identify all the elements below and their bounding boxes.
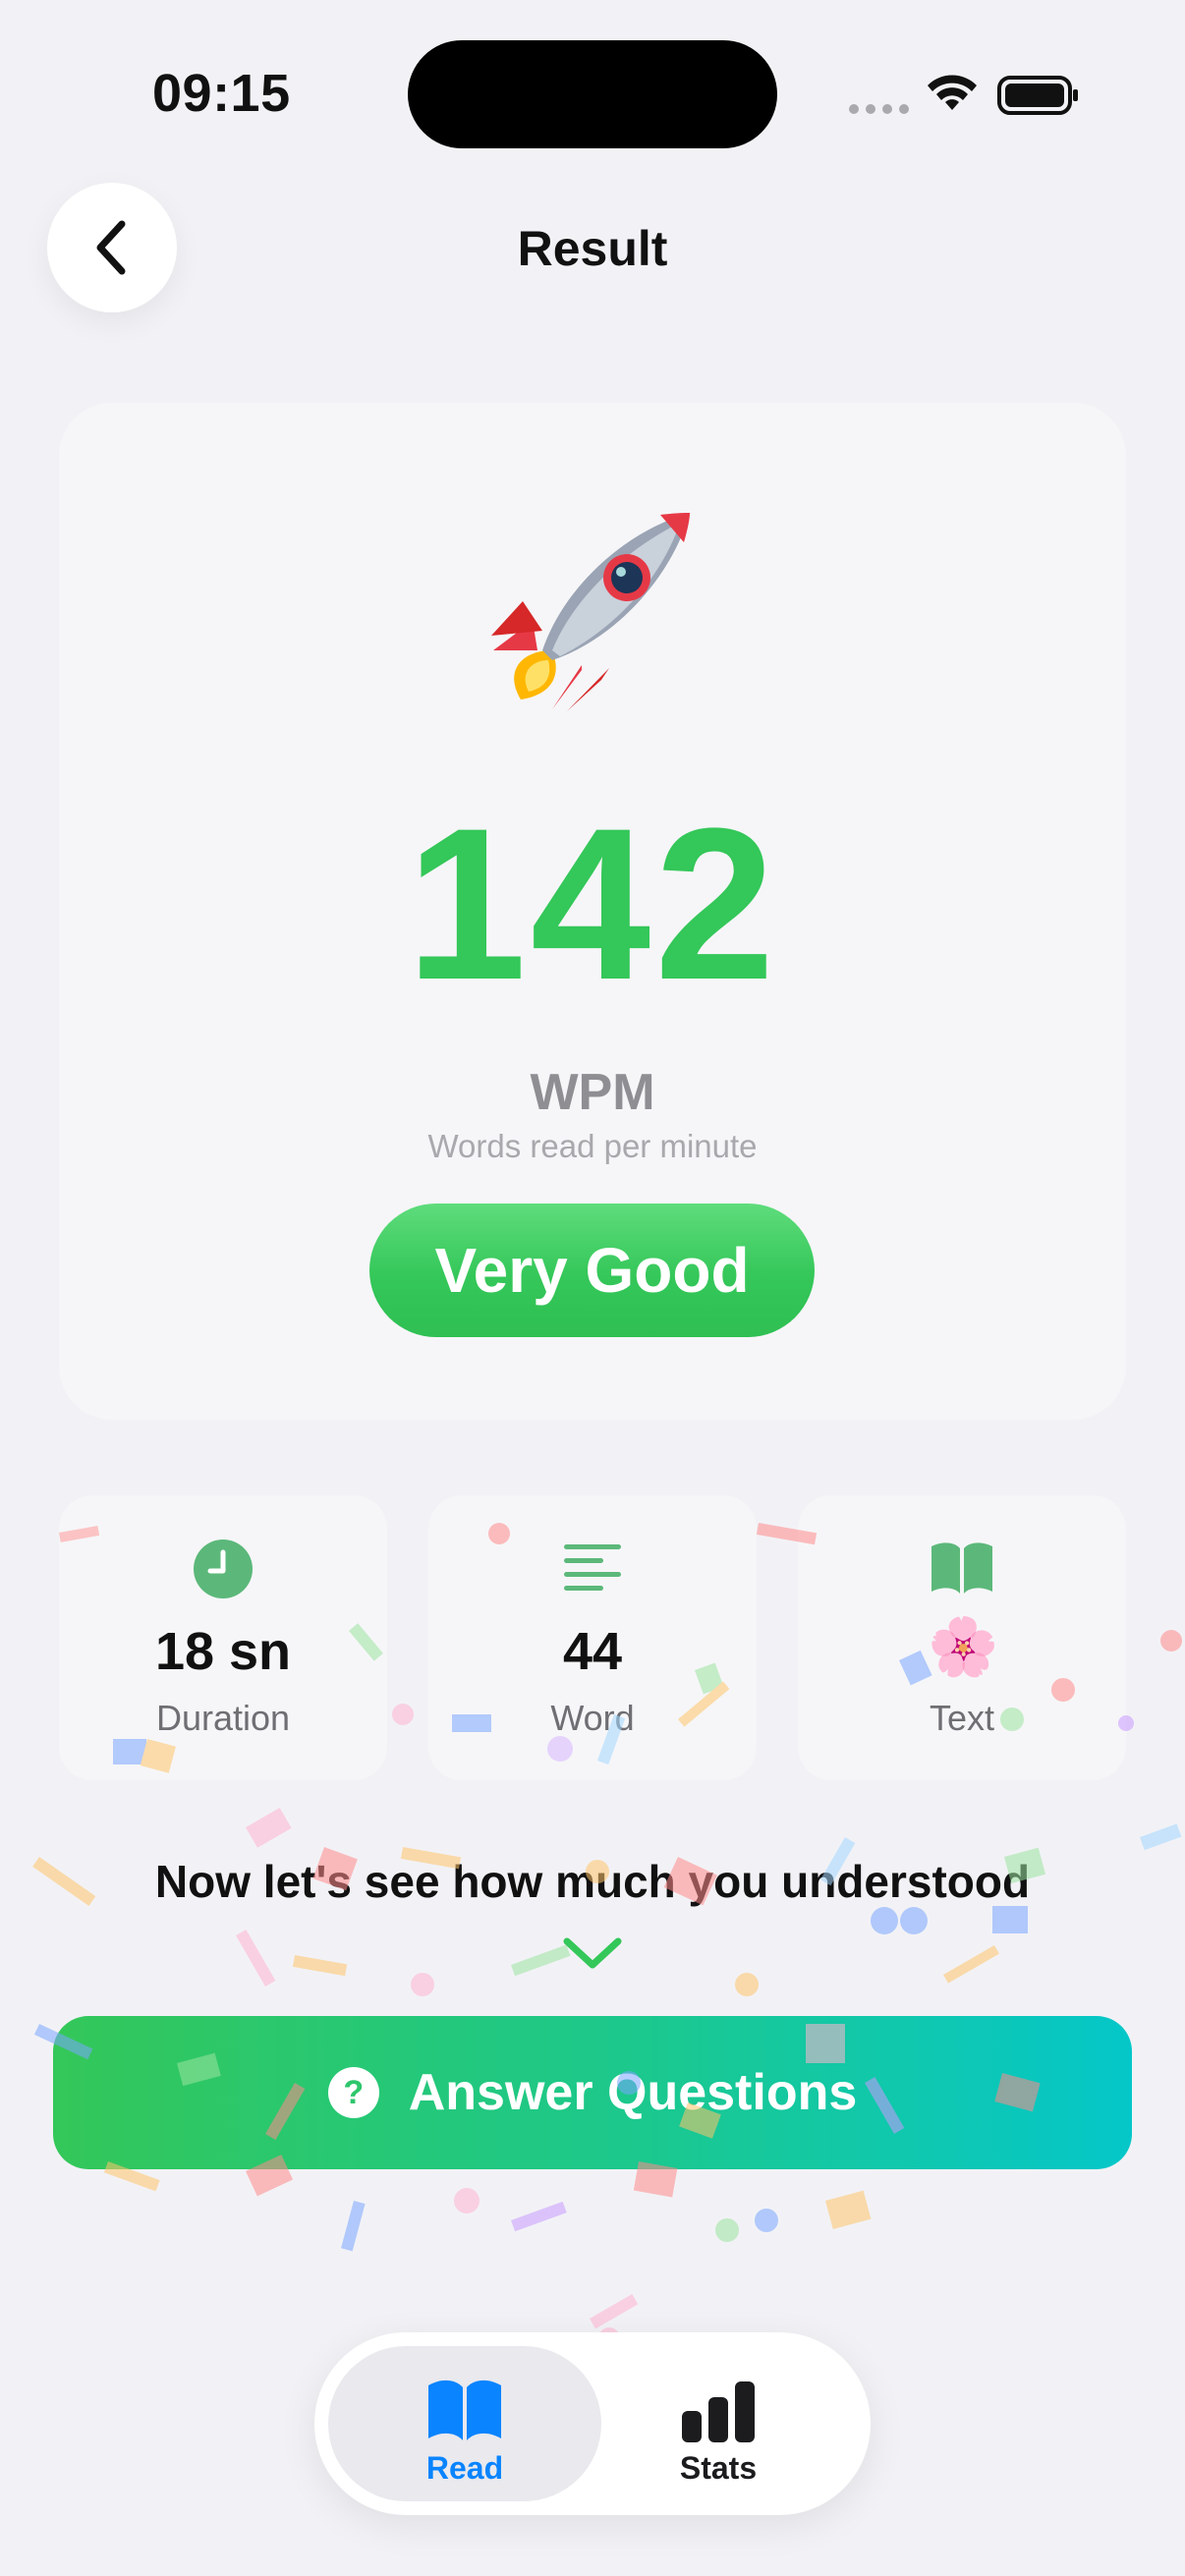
clock-icon: [194, 1540, 253, 1598]
status-time: 09:15: [152, 64, 291, 123]
dynamic-island: [408, 40, 777, 148]
lines-icon: [564, 1544, 621, 1591]
book-icon: [428, 2380, 501, 2440]
tab-stats[interactable]: Stats: [582, 2346, 855, 2501]
rating-badge: Very Good: [369, 1204, 815, 1337]
book-icon: [931, 1542, 992, 1594]
stat-card-text: 🌸 Text: [798, 1495, 1126, 1780]
wifi-icon: [928, 75, 977, 110]
stat-label: Word: [550, 1698, 635, 1738]
stat-card-word: 44 Word: [428, 1495, 757, 1780]
comprehension-prompt: Now let's see how much you understood: [154, 1856, 1031, 1907]
wpm-value: 142: [406, 783, 779, 1025]
signal-icon: [849, 104, 909, 114]
flower-icon: 🌸: [928, 1615, 999, 1679]
tab-read[interactable]: Read: [328, 2346, 601, 2501]
wpm-unit-label: WPM: [530, 1064, 655, 1121]
stat-card-duration: 18 sn Duration: [59, 1495, 387, 1780]
battery-icon: [997, 76, 1078, 115]
tab-bar: Read Stats: [314, 2332, 871, 2515]
stat-value: 44: [562, 1622, 623, 1681]
page-title: Result: [517, 221, 668, 276]
wpm-caption: Words read per minute: [427, 1128, 758, 1164]
question-icon: ?: [327, 2067, 379, 2118]
tab-read-label: Read: [425, 2450, 504, 2486]
bar-chart-icon: [682, 2381, 755, 2442]
answer-questions-label: Answer Questions: [408, 2064, 858, 2121]
stat-label: Text: [929, 1698, 995, 1738]
chevron-down-icon: [563, 1937, 622, 1969]
stat-label: Duration: [155, 1698, 291, 1738]
rocket-icon: [491, 513, 690, 711]
stat-value: 18 sn: [154, 1622, 292, 1681]
tab-stats-label: Stats: [679, 2450, 758, 2486]
answer-questions-button[interactable]: ? Answer Questions: [53, 2016, 1132, 2169]
